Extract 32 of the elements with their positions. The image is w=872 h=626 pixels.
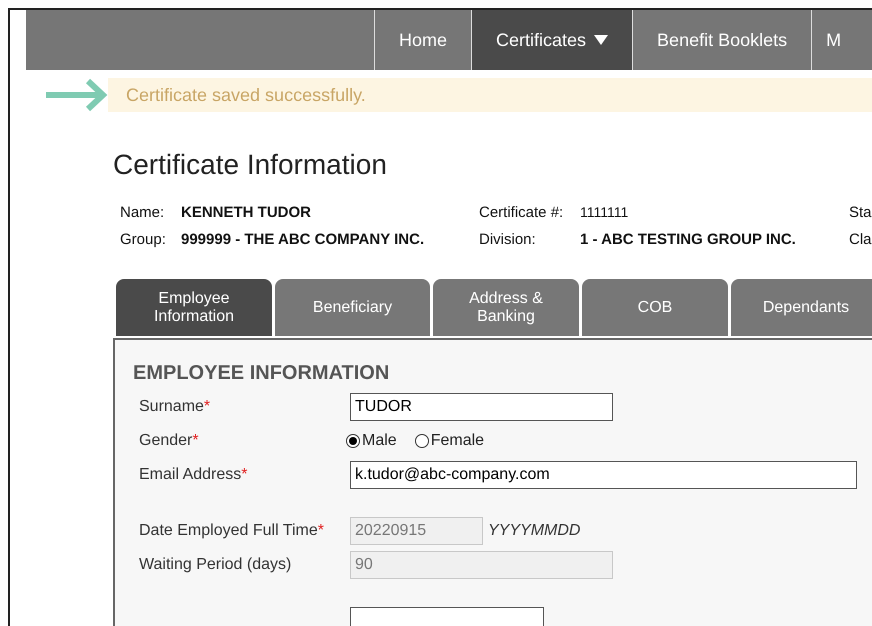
info-label: Division: — [479, 230, 537, 250]
info-label: Cla — [849, 230, 872, 250]
info-label: Certificate #: — [479, 203, 564, 223]
info-value: KENNETH TUDOR — [181, 203, 311, 223]
field-label: Email Address* — [139, 466, 248, 483]
arrow-icon — [46, 78, 108, 112]
field-label: Gender* — [139, 432, 199, 449]
nav-item[interactable]: M — [811, 10, 846, 70]
radio-option[interactable]: Female — [414, 429, 484, 453]
tab[interactable]: Dependants — [731, 279, 872, 336]
section-heading: EMPLOYEE INFORMATION — [133, 361, 390, 386]
field-label: Date Employed Full Time* — [139, 522, 324, 539]
radio-option[interactable]: Male — [346, 429, 397, 453]
info-label: Group: — [120, 230, 167, 250]
nav-item[interactable]: Certificates — [471, 10, 632, 70]
page-title: Certificate Information — [113, 148, 388, 182]
field-label: Waiting Period (days) — [139, 556, 292, 573]
success-message: Certificate saved successfully. — [108, 78, 872, 112]
info-value: 999999 - THE ABC COMPANY INC. — [181, 230, 424, 250]
info-value: 1 - ABC TESTING GROUP INC. — [580, 230, 796, 250]
field-label: Surname* — [139, 398, 210, 415]
nav-item[interactable]: Benefit Booklets — [632, 10, 812, 70]
tab[interactable]: Address & Banking — [433, 279, 579, 336]
info-value: 1111111 — [580, 203, 628, 222]
tab[interactable]: Beneficiary — [275, 279, 430, 336]
info-label: Name: — [120, 203, 166, 223]
info-label: Sta — [849, 203, 872, 223]
format-hint: YYYYMMDD — [488, 521, 580, 541]
tab[interactable]: Employee Information — [116, 279, 272, 336]
tab[interactable]: COB — [582, 279, 728, 336]
input-field[interactable]: TUDOR — [350, 393, 613, 421]
input-field[interactable]: k.tudor@abc-company.com — [350, 461, 857, 489]
